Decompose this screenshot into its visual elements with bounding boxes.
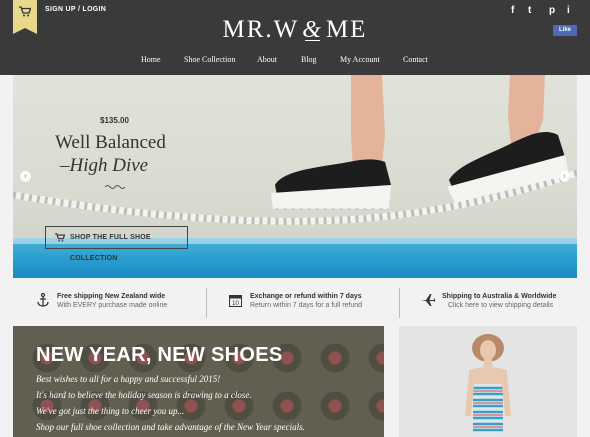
nav-shoe-collection[interactable]: Shoe Collection <box>184 55 235 64</box>
model-photo[interactable] <box>399 326 577 437</box>
slider-next-arrow[interactable]: › <box>559 171 570 182</box>
new-year-promo[interactable]: NEW YEAR, NEW SHOES Best wishes to all f… <box>13 326 384 437</box>
promo-line: Shop our full shoe collection and take a… <box>36 422 305 432</box>
model-image <box>399 326 577 437</box>
divider <box>399 288 400 318</box>
feature-free-shipping[interactable]: Free shipping New Zealand wide With EVER… <box>37 280 217 325</box>
feature-exchange-refund[interactable]: 10 Exchange or refund within 7 days Retu… <box>229 280 399 325</box>
nav-my-account[interactable]: My Account <box>340 55 380 64</box>
promo-heading: NEW YEAR, NEW SHOES <box>36 344 283 366</box>
hero-title: Well Balanced <box>55 132 166 153</box>
pinterest-icon[interactable]: p <box>549 5 555 16</box>
feature-worldwide-shipping[interactable]: Shipping to Australia & Worldwide Click … <box>421 280 577 325</box>
cart-icon <box>55 233 65 242</box>
logo-ampersand: & <box>302 17 323 43</box>
facebook-icon[interactable]: f <box>511 5 514 16</box>
feature-title: Shipping to Australia & Worldwide <box>442 293 557 300</box>
promo-line: Best wishes to all for a happy and succe… <box>36 374 221 384</box>
logo-left: MR.W <box>222 16 300 43</box>
feature-subtitle: Click here to view shipping details <box>448 302 554 309</box>
svg-text:10: 10 <box>232 301 239 307</box>
hero-price: $135.00 <box>100 116 129 125</box>
slider-prev-arrow[interactable]: ‹ <box>20 171 31 182</box>
hero-subtitle: –High Dive <box>60 155 149 176</box>
instagram-icon[interactable]: i <box>567 5 570 16</box>
feature-title: Exchange or refund within 7 days <box>250 293 362 300</box>
divider <box>206 288 207 318</box>
feature-subtitle: Return within 7 days for a full refund <box>250 302 363 309</box>
anchor-icon <box>37 293 49 307</box>
nav-home[interactable]: Home <box>141 55 161 64</box>
shop-collection-button[interactable]: SHOP THE FULL SHOE COLLECTION <box>45 226 188 262</box>
airplane-icon <box>421 294 435 306</box>
logo-right: ME <box>325 16 368 43</box>
feature-title: Free shipping New Zealand wide <box>57 293 166 300</box>
nav-blog[interactable]: Blog <box>301 55 317 64</box>
twitter-icon[interactable]: t <box>528 5 531 16</box>
feature-subtitle: With EVERY purchase made online <box>57 302 168 309</box>
promo-line: We've got just the thing to cheer you up… <box>36 406 185 416</box>
nav-contact[interactable]: Contact <box>403 55 428 64</box>
calendar-icon: 10 <box>229 295 242 307</box>
squiggle-divider <box>105 185 125 189</box>
promo-line: It's hard to believe the holiday season … <box>36 390 252 400</box>
nav-about[interactable]: About <box>257 55 277 64</box>
hero-slider[interactable]: $135.00 Well Balanced –High Dive SHOP TH… <box>13 75 577 278</box>
like-label: Like <box>558 27 571 33</box>
site-logo[interactable]: MR.W & ME <box>0 16 590 44</box>
facebook-like-button[interactable]: Like <box>553 25 577 36</box>
site-header: SIGN UP / LOGIN MR.W & ME f t p i Like Hom… <box>0 0 590 75</box>
signup-login-link[interactable]: SIGN UP / LOGIN <box>45 6 106 13</box>
features-bar: Free shipping New Zealand wide With EVER… <box>13 280 577 325</box>
